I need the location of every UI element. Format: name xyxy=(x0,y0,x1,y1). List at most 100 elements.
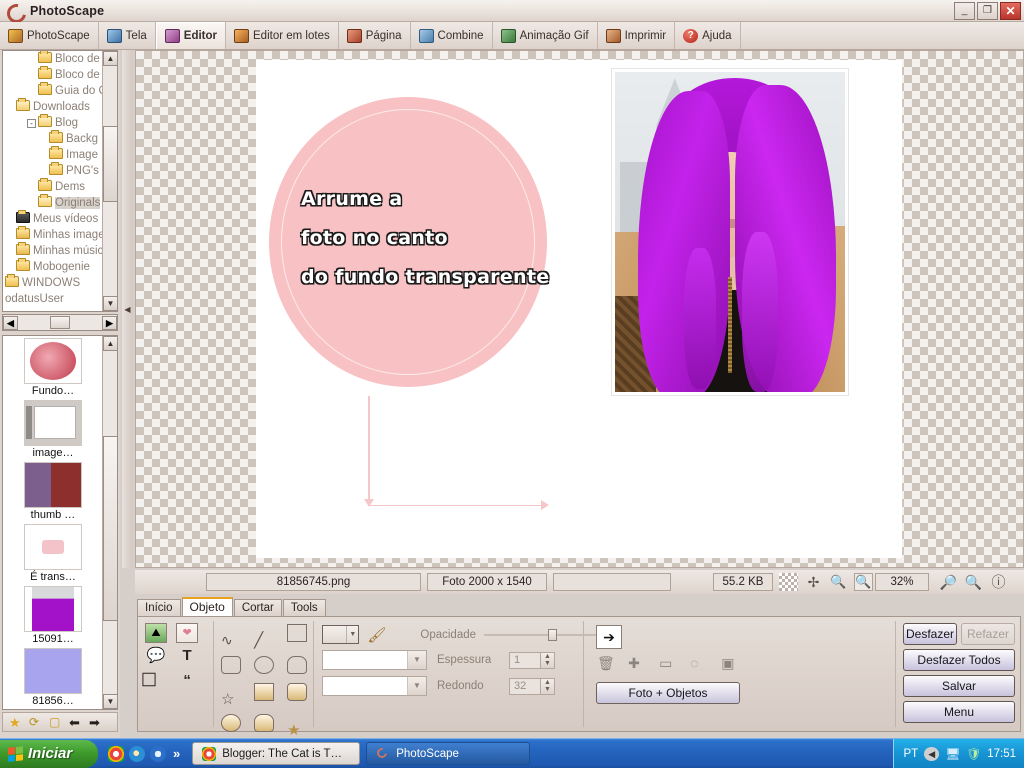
thumbnail-item[interactable]: thumb … xyxy=(4,462,102,521)
canvas-area[interactable]: Arrume a foto no canto do fundo transpar… xyxy=(135,50,1024,568)
rotate-icon[interactable]: ⟳ xyxy=(29,715,43,729)
folder-tree-item[interactable]: - Blog xyxy=(3,114,117,131)
thumbnail-image[interactable] xyxy=(24,586,82,632)
insert-vertical-text-icon[interactable]: ⃞ xyxy=(145,671,167,691)
filled-rect-icon[interactable] xyxy=(254,683,275,701)
scroll-up-button[interactable]: ▲ xyxy=(103,336,117,351)
start-button[interactable]: Iniciar xyxy=(0,739,98,768)
thumbnail-item[interactable]: É trans… xyxy=(4,524,102,583)
filled-ellipse-icon[interactable] xyxy=(221,714,241,732)
thumbnail-image[interactable] xyxy=(24,400,82,446)
filled-star-icon[interactable]: ★ xyxy=(287,721,307,739)
line-icon[interactable]: ╱ xyxy=(254,631,274,649)
folder-tree-item[interactable]: Minhas image xyxy=(3,226,117,243)
zoom-level[interactable]: 32% xyxy=(875,573,929,591)
windows-media-icon[interactable] xyxy=(150,745,166,762)
thumbnail-list[interactable]: Fundo… image… thumb … É trans… 15091… 81856… … xyxy=(2,335,118,710)
collapse-arrow-icon[interactable]: ◀ xyxy=(124,305,130,314)
thumbnail-item[interactable]: image… xyxy=(4,400,102,459)
favorite-star-icon[interactable]: ★ xyxy=(9,716,23,729)
info-icon[interactable]: ⓘ xyxy=(989,573,1008,591)
network-icon[interactable]: 🖥 xyxy=(945,747,960,761)
scroll-down-button[interactable]: ▼ xyxy=(103,694,117,709)
tab-editor-em-lotes[interactable]: Editor em lotes xyxy=(226,22,339,49)
folder-tree-item[interactable]: odatusUser xyxy=(3,291,117,307)
folder-tree-item[interactable]: Bloco de xyxy=(3,66,117,83)
insert-clipart-icon[interactable]: ❤ xyxy=(176,623,199,643)
image-canvas[interactable]: Arrume a foto no canto do fundo transpar… xyxy=(256,60,902,558)
folder-tree-item[interactable]: WINDOWS xyxy=(3,274,117,291)
taskbar-button-photoscape[interactable]: PhotoScape xyxy=(366,742,531,765)
thumbnail-image[interactable] xyxy=(24,524,82,570)
stepper-arrows[interactable]: ▲ ▼ xyxy=(540,652,554,668)
tab-combine[interactable]: Combine xyxy=(411,22,493,49)
antivirus-icon[interactable]: 🛡 xyxy=(966,747,981,761)
save-button[interactable]: Salvar xyxy=(903,675,1015,697)
opacity-slider[interactable] xyxy=(484,628,597,641)
rasterize-icon[interactable]: ▣ xyxy=(721,655,739,672)
duplicate-object-icon[interactable]: ✚ xyxy=(628,655,646,672)
rounded-rect-icon[interactable] xyxy=(221,656,241,674)
filled-pentagon-icon[interactable] xyxy=(254,714,275,732)
slideshow-icon[interactable]: ▢ xyxy=(49,715,63,729)
close-button[interactable]: ✕ xyxy=(1000,2,1021,20)
hscrollbar-thumb[interactable] xyxy=(50,316,70,329)
folder-tree-item[interactable]: Bloco de xyxy=(3,51,117,67)
stepper-arrows[interactable]: ▲ ▼ xyxy=(540,678,554,694)
insert-text-icon[interactable]: T xyxy=(176,647,198,667)
thumbnail-item[interactable]: Fundo… xyxy=(4,338,102,397)
pointer-arrow-icon[interactable]: ➔ xyxy=(596,625,622,649)
thumbnail-item[interactable]: 81856… xyxy=(4,648,102,707)
fit-window-icon[interactable]: 🔍 xyxy=(854,573,873,591)
chevron-down-icon[interactable]: ▼ xyxy=(346,626,358,643)
delete-object-icon[interactable]: 🗑 xyxy=(597,655,615,672)
ellipse-icon[interactable] xyxy=(254,656,275,674)
tree-expander-icon[interactable]: - xyxy=(27,119,36,128)
line-style-combo[interactable]: ▼ xyxy=(322,650,427,670)
rectangle-icon[interactable] xyxy=(287,624,308,642)
previous-arrow-icon[interactable]: ⬅ xyxy=(69,716,83,729)
tab-pagina[interactable]: Página xyxy=(339,22,411,49)
pentagon-icon[interactable] xyxy=(287,656,308,674)
thumbnail-image[interactable] xyxy=(24,462,82,508)
chrome-icon[interactable] xyxy=(108,745,124,762)
eyedropper-icon[interactable]: 🖌 xyxy=(367,626,386,644)
chevron-down-icon[interactable]: ▼ xyxy=(407,677,426,695)
color-swatch[interactable]: ▼ xyxy=(322,625,360,644)
redo-button[interactable]: Refazer xyxy=(961,623,1015,645)
folder-tree-item[interactable]: Image xyxy=(3,146,117,163)
thumbnail-image[interactable] xyxy=(24,338,82,384)
star-outline-icon[interactable]: ☆ xyxy=(221,690,241,708)
zoom-out-icon[interactable]: 🔍 xyxy=(964,573,983,591)
scrollbar-thumb[interactable] xyxy=(103,436,117,621)
thumbnail-image[interactable] xyxy=(24,648,82,694)
undo-all-button[interactable]: Desfazer Todos xyxy=(903,649,1015,671)
undo-button[interactable]: Desfazer xyxy=(903,623,957,645)
maximize-button[interactable]: ❐ xyxy=(977,2,998,20)
quicklaunch-overflow-icon[interactable]: » xyxy=(173,746,180,761)
folder-tree-item[interactable]: Originals xyxy=(3,194,117,211)
folder-tree-item[interactable]: Dems xyxy=(3,178,117,195)
panel-splitter[interactable]: ◀ xyxy=(122,50,133,568)
roundness-stepper[interactable]: 32 ▲ ▼ xyxy=(509,677,555,695)
folder-tree-item[interactable]: Downloads xyxy=(3,98,117,115)
editor-tab-cortar[interactable]: Cortar xyxy=(233,599,282,616)
tab-tela[interactable]: Tela xyxy=(99,22,156,49)
bring-front-icon[interactable]: ▭ xyxy=(659,655,677,672)
folder-tree-item[interactable]: Guia do C xyxy=(3,82,117,99)
tab-editor[interactable]: Editor xyxy=(155,22,227,49)
scroll-up-button[interactable]: ▲ xyxy=(103,51,117,66)
canvas-caption[interactable]: Arrume a foto no canto do fundo transpar… xyxy=(301,180,551,297)
scroll-right-button[interactable]: ▶ xyxy=(102,315,117,330)
insert-balloon-icon[interactable]: 💬 xyxy=(145,647,167,667)
chevron-down-icon[interactable]: ▼ xyxy=(407,651,426,669)
folder-tree[interactable]: Bloco de Bloco de Guia do C Downloads - Blog B… xyxy=(2,50,118,312)
folder-tree-item[interactable]: Backg xyxy=(3,130,117,147)
scroll-down-button[interactable]: ▼ xyxy=(103,296,117,311)
scrollbar-thumb[interactable] xyxy=(103,126,117,202)
tab-photoscape[interactable]: PhotoScape xyxy=(0,22,99,49)
folder-tree-item[interactable]: Minhas músic xyxy=(3,242,117,259)
tab-imprimir[interactable]: Imprimir xyxy=(598,22,676,49)
folder-tree-item[interactable]: Meus vídeos xyxy=(3,210,117,227)
transparency-icon[interactable] xyxy=(779,573,798,591)
